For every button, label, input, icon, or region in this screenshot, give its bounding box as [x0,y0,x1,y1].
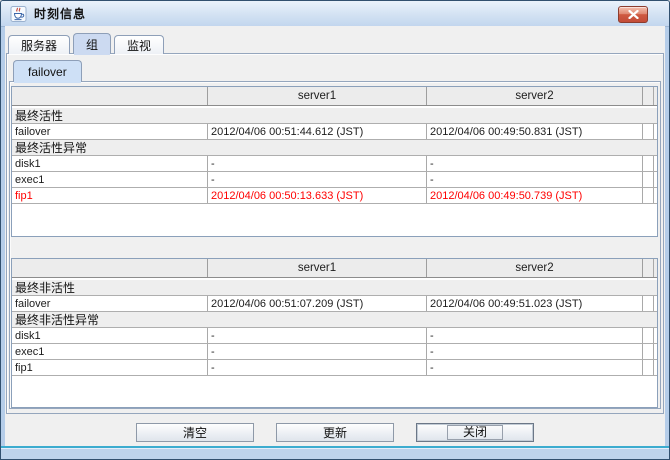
last-activation-table: server1server2最终活性failover2012/04/06 00:… [11,86,658,237]
resource-name-cell: exec1 [12,172,208,187]
row-gutter [643,296,654,311]
server1-time-cell: - [208,328,427,343]
header-cell-server2: server2 [427,87,643,105]
server1-time-cell: 2012/04/06 00:50:13.633 (JST) [208,188,427,203]
resource-name-cell: failover [12,296,208,311]
row-gutter [643,344,654,359]
resource-name-cell: exec1 [12,344,208,359]
clear-button[interactable]: 清空 [136,423,254,442]
table-row[interactable]: failover2012/04/06 00:51:44.612 (JST)201… [12,124,657,140]
dialog-window: 时刻信息 服务器组监视 failover server1server2最终活性f… [0,0,670,460]
server2-time-cell: 2012/04/06 00:49:51.023 (JST) [427,296,643,311]
header-cell-resource [12,87,208,105]
main-tab-monitors[interactable]: 监视 [114,35,164,54]
row-gutter [643,172,654,187]
section-row: 最终活性异常 [12,140,657,156]
header-gutter [643,87,654,105]
row-gutter [643,328,654,343]
resource-name-cell: disk1 [12,156,208,171]
failover-tab-panel: server1server2最终活性failover2012/04/06 00:… [9,81,661,409]
button-row: 清空 更新 关闭 [5,423,665,445]
server2-time-cell: - [427,328,643,343]
table-row[interactable]: failover2012/04/06 00:51:07.209 (JST)201… [12,296,657,312]
last-deactivation-table: server1server2最终非活性failover2012/04/06 00… [11,258,658,408]
server2-time-cell: - [427,360,643,375]
server1-time-cell: - [208,172,427,187]
table-row[interactable]: fip1-- [12,360,657,376]
resource-name-cell: disk1 [12,328,208,343]
resource-name-cell: fip1 [12,188,208,203]
close-dialog-button[interactable]: 关闭 [416,423,534,442]
server2-time-cell: 2012/04/06 00:49:50.739 (JST) [427,188,643,203]
header-cell-server2: server2 [427,259,643,277]
button-label: 清空 [183,424,207,441]
groups-tab-panel: failover server1server2最终活性failover2012/… [6,53,664,414]
header-cell-resource [12,259,208,277]
button-label: 关闭 [447,425,503,440]
resource-name-cell: failover [12,124,208,139]
table-row[interactable]: exec1-- [12,344,657,360]
table-row[interactable]: disk1-- [12,156,657,172]
window-bottom-frame [1,446,669,459]
server1-time-cell: - [208,360,427,375]
table-header-row: server1server2 [12,259,657,278]
table-row[interactable]: exec1-- [12,172,657,188]
row-gutter [643,188,654,203]
window-title: 时刻信息 [34,5,86,22]
resource-name-cell: fip1 [12,360,208,375]
row-gutter [643,156,654,171]
section-row: 最终活性 [12,108,657,124]
server2-time-cell: - [427,344,643,359]
main-tab-servers[interactable]: 服务器 [8,35,70,54]
titlebar[interactable]: 时刻信息 [1,1,669,27]
section-row: 最终非活性 [12,280,657,296]
header-gutter [643,259,654,277]
server2-time-cell: - [427,156,643,171]
main-tab-groups[interactable]: 组 [73,33,111,54]
dialog-content: 服务器组监视 failover server1server2最终活性failov… [5,26,665,446]
section-row: 最终非活性异常 [12,312,657,328]
close-x-icon [628,10,639,19]
server1-time-cell: - [208,156,427,171]
row-gutter [643,360,654,375]
row-gutter [643,124,654,139]
table-row[interactable]: fip12012/04/06 00:50:13.633 (JST)2012/04… [12,188,657,204]
table-header-row: server1server2 [12,87,657,106]
button-label: 更新 [323,424,347,441]
update-button[interactable]: 更新 [276,423,394,442]
server2-time-cell: 2012/04/06 00:49:50.831 (JST) [427,124,643,139]
table-row[interactable]: disk1-- [12,328,657,344]
server2-time-cell: - [427,172,643,187]
server1-time-cell: 2012/04/06 00:51:44.612 (JST) [208,124,427,139]
server1-time-cell: 2012/04/06 00:51:07.209 (JST) [208,296,427,311]
header-cell-server1: server1 [208,259,427,277]
server1-time-cell: - [208,344,427,359]
java-coffee-cup-icon [10,6,28,22]
group-tab-failover[interactable]: failover [13,60,82,82]
main-tab-bar: 服务器组监视 [8,33,167,54]
header-cell-server1: server1 [208,87,427,105]
group-tab-bar: failover [13,59,82,82]
close-icon[interactable] [618,6,648,23]
